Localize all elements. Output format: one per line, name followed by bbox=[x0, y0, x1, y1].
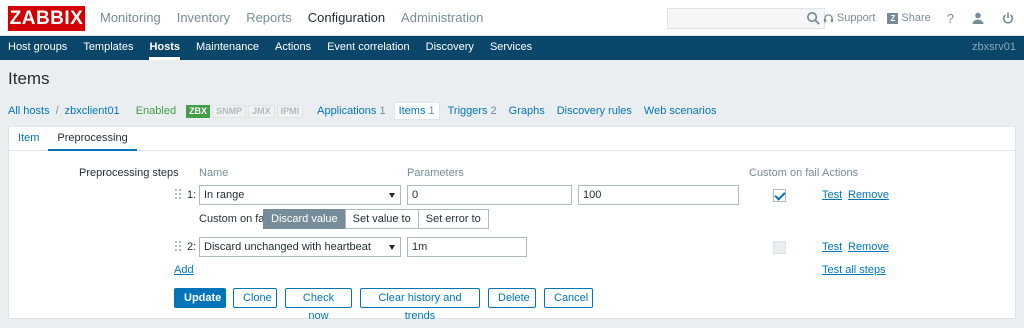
step-1-param2-input[interactable]: 100 bbox=[578, 185, 739, 205]
sub-menu: Host groups Templates Hosts Maintenance … bbox=[0, 36, 540, 60]
submenu-event-correlation[interactable]: Event correlation bbox=[319, 36, 418, 60]
drag-handle-icon[interactable] bbox=[175, 189, 181, 201]
preprocessing-steps-label: Preprocessing steps bbox=[79, 167, 179, 179]
share-link[interactable]: Z Share bbox=[887, 12, 931, 24]
submenu-hosts[interactable]: Hosts bbox=[141, 36, 188, 60]
chevron-down-icon bbox=[389, 245, 395, 250]
step-1-type-select[interactable]: In range bbox=[199, 185, 401, 205]
submenu-maintenance[interactable]: Maintenance bbox=[188, 36, 267, 60]
user-icon bbox=[972, 12, 984, 24]
applications-count: 1 bbox=[379, 105, 386, 117]
breadcrumb-discovery-rules[interactable]: Discovery rules bbox=[557, 105, 632, 117]
support-label: Support bbox=[836, 12, 876, 24]
set-error-to-option[interactable]: Set error to bbox=[417, 209, 489, 229]
drag-handle-icon[interactable] bbox=[175, 241, 181, 253]
host-status[interactable]: Enabled bbox=[136, 105, 176, 117]
support-link[interactable]: Support bbox=[823, 12, 876, 24]
step-number: 1: bbox=[187, 189, 197, 201]
clear-history-button[interactable]: Clear history and trends bbox=[360, 288, 480, 322]
breadcrumb-applications[interactable]: Applications 1 bbox=[317, 105, 385, 117]
test-all-steps-link[interactable]: Test all steps bbox=[822, 264, 886, 276]
step-1-custom-on-fail-checkbox[interactable] bbox=[773, 189, 786, 202]
zbx-availability-badge: ZBX bbox=[186, 104, 211, 118]
breadcrumb-web-scenarios[interactable]: Web scenarios bbox=[644, 105, 717, 117]
signout-link[interactable] bbox=[1002, 12, 1014, 24]
headset-icon bbox=[823, 13, 833, 22]
check-now-button[interactable]: Check now bbox=[285, 288, 352, 322]
menu-monitoring[interactable]: Monitoring bbox=[92, 0, 169, 36]
column-header-name: Name bbox=[199, 167, 229, 179]
power-icon bbox=[1002, 12, 1014, 24]
main-menu: Monitoring Inventory Reports Configurati… bbox=[92, 0, 491, 36]
breadcrumb-host[interactable]: zbxclient01 bbox=[65, 105, 120, 117]
delete-button[interactable]: Delete bbox=[488, 288, 536, 308]
breadcrumb-triggers[interactable]: Triggers 2 bbox=[448, 105, 497, 117]
help-link[interactable]: ? bbox=[947, 11, 954, 26]
custom-on-fail-label: Custom on fail bbox=[199, 213, 270, 225]
clone-button[interactable]: Clone bbox=[233, 288, 277, 308]
update-button[interactable]: Update bbox=[174, 288, 226, 308]
menu-inventory[interactable]: Inventory bbox=[169, 0, 238, 36]
add-step-link[interactable]: Add bbox=[174, 264, 194, 276]
jmx-availability-badge: JMX bbox=[248, 104, 275, 118]
step-1-test-link[interactable]: Test bbox=[822, 189, 842, 201]
step-1-param1-input[interactable]: 0 bbox=[407, 185, 572, 205]
breadcrumb-items[interactable]: Items 1 bbox=[393, 102, 440, 120]
form-tabs: Item Preprocessing bbox=[9, 127, 1015, 151]
tab-preprocessing[interactable]: Preprocessing bbox=[48, 127, 137, 151]
share-icon: Z bbox=[887, 12, 899, 24]
server-name: zbxsrv01 bbox=[971, 41, 1016, 53]
breadcrumb-separator: / bbox=[55, 105, 59, 117]
profile-link[interactable] bbox=[972, 12, 984, 24]
snmp-availability-badge: SNMP bbox=[212, 104, 247, 118]
step-2-remove-link[interactable]: Remove bbox=[848, 241, 889, 253]
item-form-panel: Item Preprocessing Preprocessing steps N… bbox=[8, 126, 1016, 322]
submenu-templates[interactable]: Templates bbox=[75, 36, 141, 60]
submenu-actions[interactable]: Actions bbox=[267, 36, 319, 60]
breadcrumb-graphs[interactable]: Graphs bbox=[509, 105, 545, 117]
step-2-custom-on-fail-checkbox[interactable] bbox=[773, 241, 786, 254]
menu-reports[interactable]: Reports bbox=[238, 0, 300, 36]
top-navigation-bar: ZABBIX Monitoring Inventory Reports Conf… bbox=[0, 0, 1024, 36]
submenu-host-groups[interactable]: Host groups bbox=[0, 36, 75, 60]
cancel-button[interactable]: Cancel bbox=[544, 288, 593, 308]
breadcrumb: All hosts / zbxclient01 Enabled ZBX SNMP… bbox=[8, 102, 716, 120]
triggers-count: 2 bbox=[490, 105, 497, 117]
set-value-to-option[interactable]: Set value to bbox=[344, 209, 419, 229]
menu-configuration[interactable]: Configuration bbox=[300, 0, 393, 36]
sub-navigation-bar: Host groups Templates Hosts Maintenance … bbox=[0, 36, 1024, 60]
step-2-type-value: Discard unchanged with heartbeat bbox=[204, 241, 371, 253]
step-1-type-value: In range bbox=[204, 189, 245, 201]
triggers-label: Triggers bbox=[447, 105, 488, 117]
submenu-services[interactable]: Services bbox=[482, 36, 540, 60]
menu-administration[interactable]: Administration bbox=[393, 0, 491, 36]
step-2-test-link[interactable]: Test bbox=[822, 241, 842, 253]
submenu-discovery[interactable]: Discovery bbox=[418, 36, 482, 60]
step-2-type-select[interactable]: Discard unchanged with heartbeat bbox=[199, 237, 401, 257]
items-count: 1 bbox=[428, 105, 435, 117]
chevron-down-icon bbox=[389, 193, 395, 198]
breadcrumb-all-hosts[interactable]: All hosts bbox=[8, 105, 50, 117]
top-links: Support Z Share ? bbox=[811, 0, 1014, 36]
step-2-param1-input[interactable]: 1m bbox=[407, 237, 527, 257]
global-search-input[interactable] bbox=[667, 8, 825, 29]
step-1-remove-link[interactable]: Remove bbox=[848, 189, 889, 201]
ipmi-availability-badge: IPMI bbox=[276, 104, 304, 118]
on-fail-action-selector: Discard value Set value to Set error to bbox=[263, 209, 489, 229]
applications-label: Applications bbox=[317, 105, 377, 117]
column-header-custom-on-fail: Custom on fail bbox=[749, 167, 820, 179]
page-title: Items bbox=[8, 69, 50, 88]
help-icon: ? bbox=[946, 10, 954, 26]
discard-value-option[interactable]: Discard value bbox=[263, 209, 346, 229]
items-label: Items bbox=[398, 105, 426, 117]
column-header-parameters: Parameters bbox=[407, 167, 464, 179]
step-number: 2: bbox=[187, 241, 197, 253]
tab-item[interactable]: Item bbox=[9, 127, 48, 151]
column-header-actions: Actions bbox=[822, 167, 859, 179]
zabbix-logo[interactable]: ZABBIX bbox=[8, 6, 85, 31]
share-label: Share bbox=[901, 12, 931, 24]
